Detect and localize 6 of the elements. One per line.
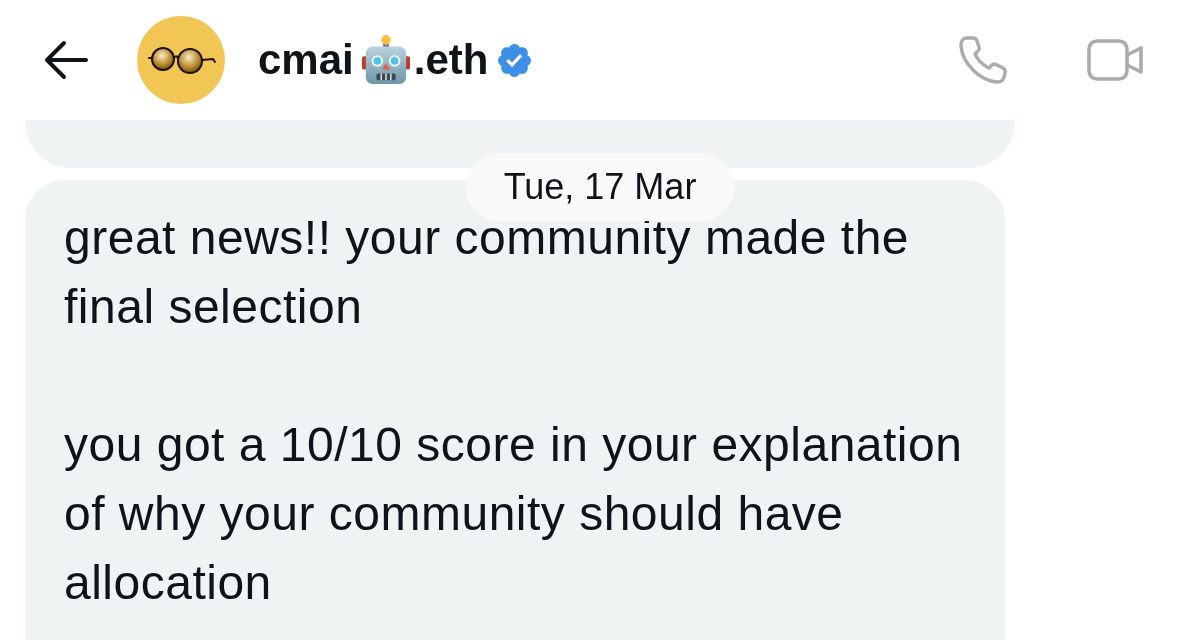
display-name-suffix: .eth <box>413 36 489 84</box>
robot-icon <box>361 35 410 85</box>
back-icon[interactable] <box>43 40 88 80</box>
date-separator: Tue, 17 Mar <box>465 153 735 221</box>
display-name: cmai <box>258 36 354 84</box>
glasses-avatar-icon[interactable] <box>137 16 225 104</box>
